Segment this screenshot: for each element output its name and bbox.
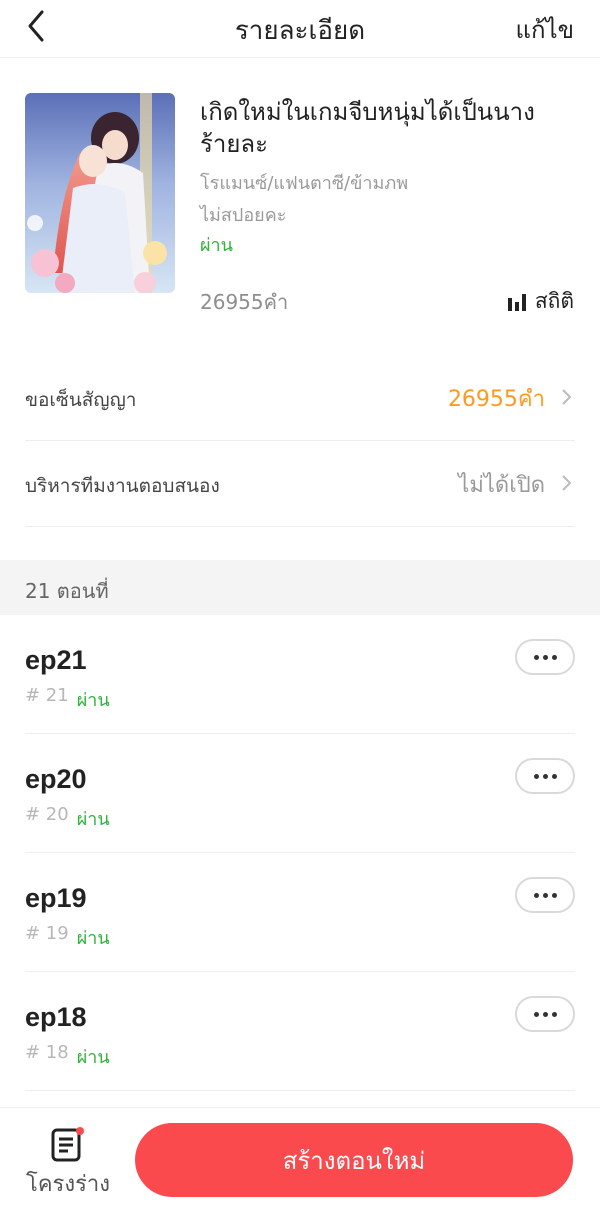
episode-status: ผ่าน <box>76 928 110 949</box>
episode-meta: # 20 ผ่าน <box>25 804 110 833</box>
response-team-row[interactable]: บริหารทีมงานตอบสนอง ไม่ได้เปิด <box>25 441 575 527</box>
episode-status: ผ่าน <box>76 1047 110 1068</box>
episode-number: # 20 <box>25 804 69 825</box>
episode-title: ep19 <box>25 883 87 913</box>
episode-number: # 21 <box>25 685 69 706</box>
chevron-right-icon <box>562 475 572 491</box>
list-item[interactable]: ep20 # 20 ผ่าน <box>25 734 575 853</box>
list-item[interactable]: ep18 # 18 ผ่าน <box>25 972 575 1091</box>
more-options-button[interactable] <box>515 758 575 794</box>
notepad-icon <box>51 1127 84 1162</box>
book-cover-image[interactable] <box>25 93 175 293</box>
top-bar: รายละเอียด แก้ไข <box>0 0 600 58</box>
page-title: รายละเอียด <box>234 16 366 46</box>
episode-meta: # 18 ผ่าน <box>25 1042 110 1071</box>
row-value: 26955คำ <box>447 387 545 412</box>
episode-meta: # 21 ผ่าน <box>25 685 110 714</box>
bottom-action-bar: โครงร่าง สร้างตอนใหม่ <box>0 1107 600 1209</box>
episode-number: # 19 <box>25 923 69 944</box>
edit-button[interactable]: แก้ไข <box>516 10 574 49</box>
list-item[interactable]: ep19 # 19 ผ่าน <box>25 853 575 972</box>
book-status: ผ่าน <box>200 235 233 256</box>
episode-title: ep18 <box>25 1002 87 1032</box>
chapter-count-bar: 21 ตอนที่ <box>0 560 600 615</box>
drafts-label: โครงร่าง <box>26 1172 111 1197</box>
episode-title: ep20 <box>25 764 87 794</box>
chapter-count: 21 ตอนที่ <box>25 579 109 603</box>
chevron-right-icon <box>562 389 572 405</box>
stats-label: สถิติ <box>534 289 574 313</box>
word-count: 26955คำ <box>200 290 289 314</box>
bar-chart-icon <box>507 293 526 311</box>
more-options-button[interactable] <box>515 996 575 1032</box>
episode-number: # 18 <box>25 1042 69 1063</box>
book-title: เกิดใหม่ในเกมจีบหนุ่มได้เป็นนางร้ายละ <box>200 98 535 158</box>
book-spoiler-note: ไม่สปอยคะ <box>200 205 287 226</box>
episode-meta: # 19 ผ่าน <box>25 923 110 952</box>
contract-request-row[interactable]: ขอเซ็นสัญญา 26955คำ <box>25 355 575 441</box>
row-label: บริหารทีมงานตอบสนอง <box>25 475 220 497</box>
episode-status: ผ่าน <box>76 809 110 830</box>
episode-status: ผ่าน <box>76 690 110 711</box>
row-label: ขอเซ็นสัญญา <box>25 389 137 411</box>
stats-button[interactable]: สถิติ <box>507 285 574 318</box>
book-genres: โรแมนซ์/แฟนตาซี/ข้ามภพ <box>200 173 409 194</box>
more-options-button[interactable] <box>515 639 575 675</box>
episode-title: ep21 <box>25 645 87 675</box>
row-value: ไม่ได้เปิด <box>458 473 545 498</box>
create-new-episode-button[interactable]: สร้างตอนใหม่ <box>135 1123 573 1197</box>
list-item[interactable]: ep21 # 21 ผ่าน <box>25 615 575 734</box>
more-options-button[interactable] <box>515 877 575 913</box>
